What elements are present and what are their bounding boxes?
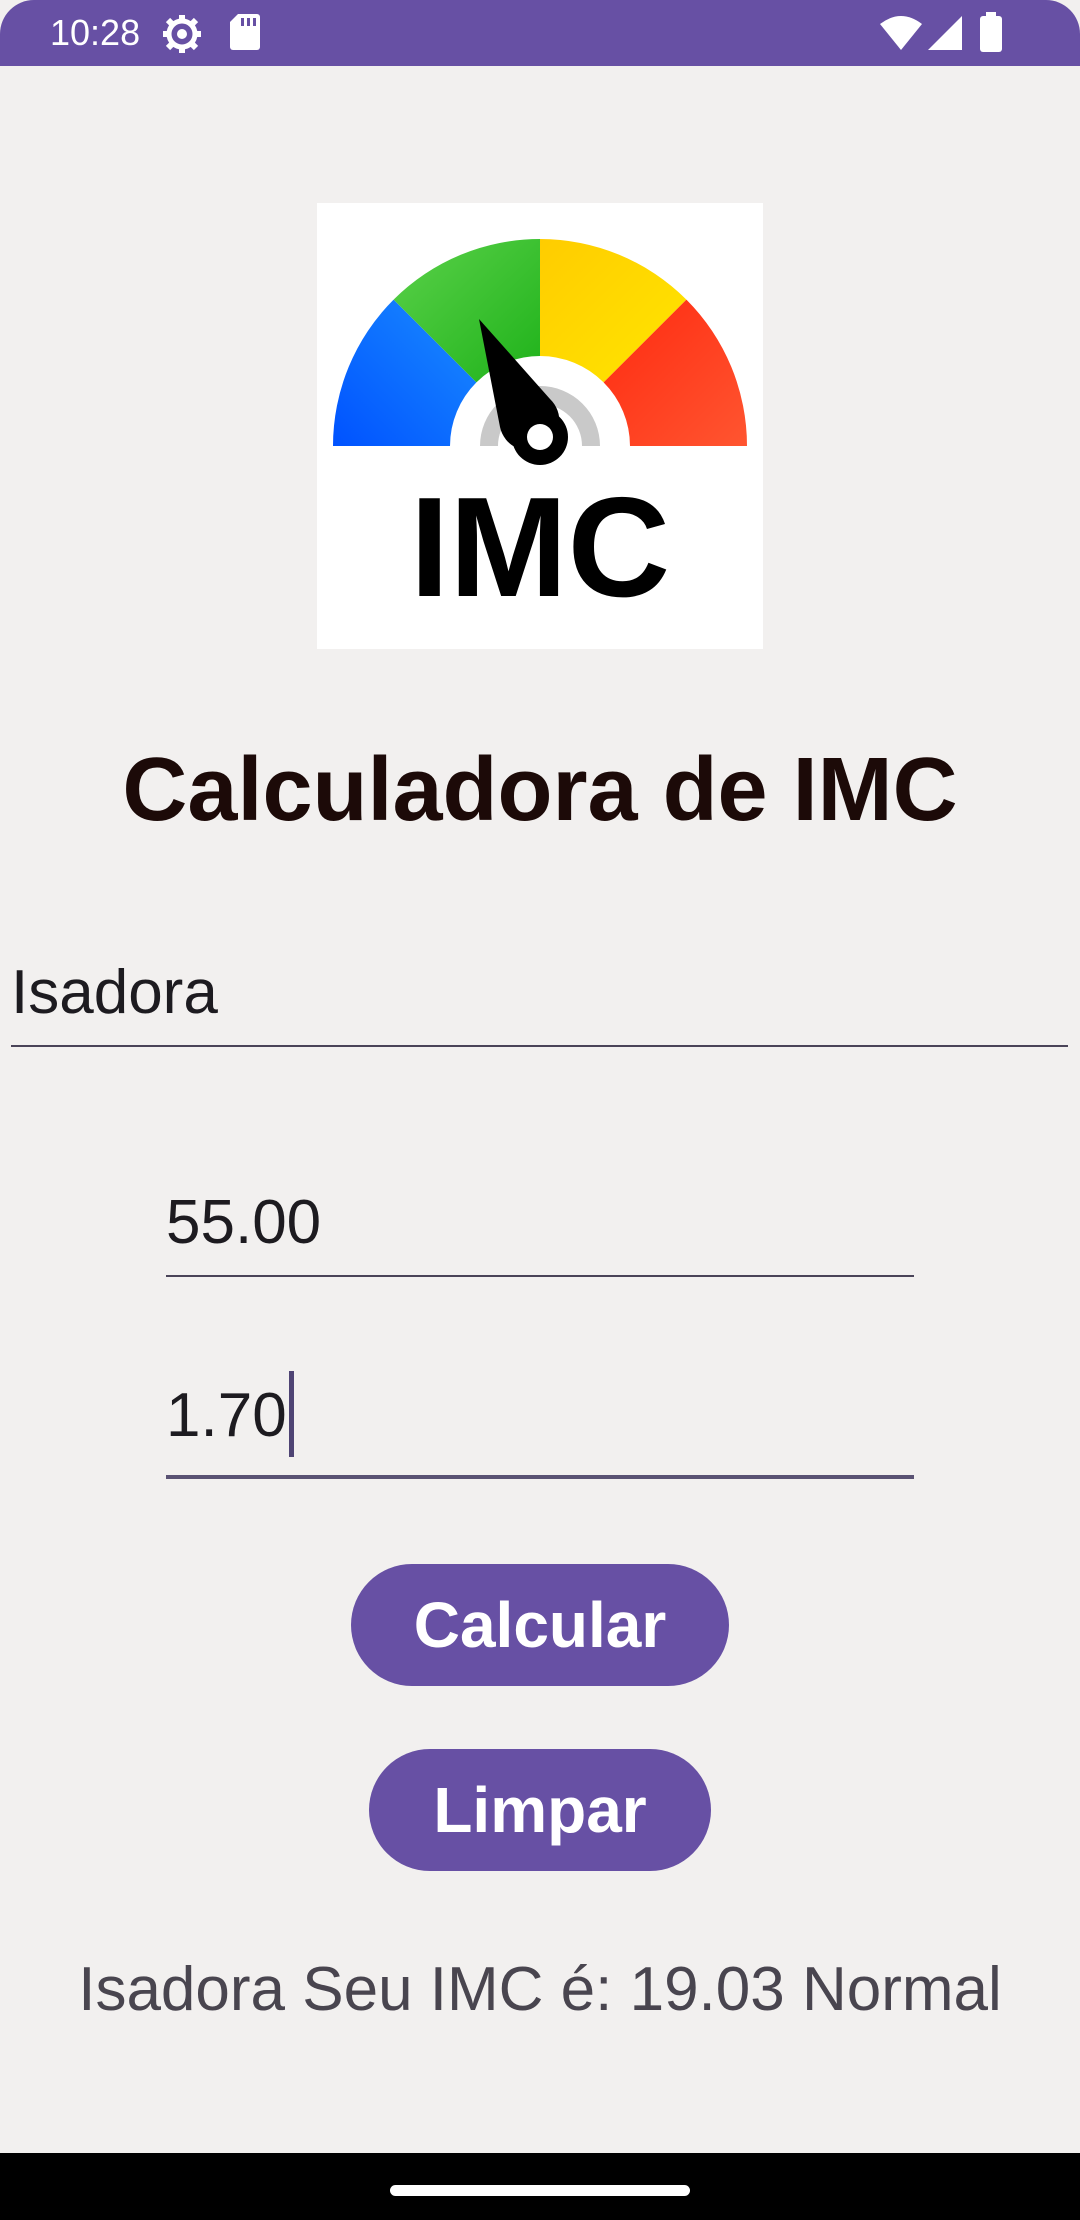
clear-button[interactable]: Limpar — [369, 1749, 711, 1871]
text-cursor — [288, 1371, 294, 1457]
weight-input[interactable]: 55.00 — [166, 1175, 914, 1277]
cellular-signal-icon — [928, 16, 962, 55]
navigation-bar — [0, 2153, 1080, 2220]
height-input[interactable]: 1.70 — [166, 1371, 914, 1479]
battery-icon — [980, 12, 1002, 57]
height-input-value: 1.70 — [166, 1381, 287, 1451]
wifi-icon — [880, 16, 922, 55]
name-input[interactable]: Isadora — [11, 945, 1068, 1047]
result-text: Isadora Seu IMC é: 19.03 Normal — [78, 1955, 1002, 2024]
page-title: Calculadora de IMC — [122, 740, 958, 840]
home-gesture-handle[interactable] — [390, 2185, 690, 2196]
gauge-meter-icon: IMC — [333, 238, 747, 627]
status-time: 10:28 — [50, 12, 141, 53]
calculate-button[interactable]: Calcular — [351, 1564, 729, 1686]
weight-input-value: 55.00 — [166, 1188, 322, 1257]
name-input-value: Isadora — [11, 958, 218, 1027]
imc-logo: IMC — [317, 203, 763, 649]
settings-gear-icon — [162, 14, 202, 59]
logo-text: IMC — [410, 468, 670, 627]
height-input-text: 1.70 — [166, 1371, 294, 1463]
status-bar: 10:28 — [0, 0, 1080, 66]
sd-card-icon — [230, 14, 260, 55]
